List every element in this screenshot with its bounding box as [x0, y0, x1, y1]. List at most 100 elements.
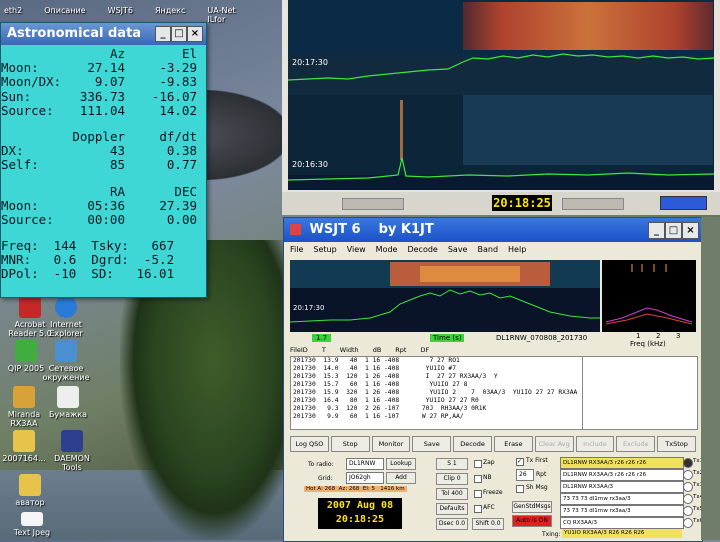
- clear-avg-button[interactable]: Clear Avg: [534, 436, 574, 452]
- erase-button[interactable]: Erase: [493, 436, 533, 452]
- tx5-radio[interactable]: [683, 506, 693, 516]
- average-spectrum-graphic: [605, 264, 693, 325]
- waterfall-slider-left[interactable]: [342, 198, 404, 210]
- rpt-field[interactable]: 26: [516, 469, 534, 481]
- stop-button[interactable]: Stop: [330, 436, 370, 452]
- defaults-button[interactable]: Defaults: [436, 503, 468, 515]
- desktop-icon-network[interactable]: Сетевое окружение: [36, 340, 96, 382]
- grid-label: Grid:: [318, 475, 333, 482]
- decoded-text-area[interactable]: 201730 13.9 40 1 16 -408 7 27 RO1 201730…: [290, 356, 584, 430]
- minimize-button[interactable]: _: [155, 26, 171, 42]
- nb-checkbox[interactable]: [474, 475, 482, 483]
- tx2-radio[interactable]: [683, 470, 693, 480]
- gen-std-msgs-button[interactable]: GenStdMsgs: [512, 501, 552, 513]
- minimize-button[interactable]: _: [648, 222, 665, 239]
- waterfall-window[interactable]: 20:17:30 20:16:30 20:18:25: [282, 0, 720, 215]
- tx6-message[interactable]: CQ RX3AA/3: [560, 517, 684, 529]
- close-button[interactable]: ×: [187, 26, 203, 42]
- mnr-row: MNR: 0.6 Dgrd: -5.2: [1, 252, 175, 268]
- tx4-message[interactable]: 73 73 73 dl1rnw rx3aa/3: [560, 493, 684, 505]
- average-text-area[interactable]: [582, 356, 698, 430]
- desktop-icon-avatar-folder[interactable]: аватор: [0, 474, 60, 507]
- desktop-icon-notepad[interactable]: Бумажка: [38, 386, 98, 419]
- dsec-control[interactable]: Dsec 0.0: [436, 518, 468, 530]
- spectrum-display[interactable]: 20:17:30: [290, 260, 600, 332]
- menu-band[interactable]: Band: [477, 242, 498, 258]
- include-button[interactable]: Include: [575, 436, 615, 452]
- freeze-checkbox[interactable]: [474, 490, 482, 498]
- rpt-label: Rpt: [536, 471, 547, 478]
- maximize-button[interactable]: □: [171, 26, 187, 42]
- tx5-message[interactable]: 73 73 73 dl1rnw rx3aa/3: [560, 505, 684, 517]
- ie-icon: [55, 296, 77, 318]
- freq-tick-2: 2: [656, 332, 661, 340]
- waterfall-slider-right[interactable]: [562, 198, 624, 210]
- s-control[interactable]: S 1: [436, 458, 468, 470]
- desktop-right-edge: [701, 217, 720, 540]
- astronomical-data-window[interactable]: Astronomical data _ □ × Az El Moon: 27.14-…: [0, 22, 207, 298]
- tx1-radio[interactable]: [683, 458, 693, 468]
- desktop-icon-label: Сетевое окружение: [42, 364, 90, 382]
- close-button[interactable]: ×: [682, 222, 699, 239]
- astro-row: Moon: 27.14 -3.29: [1, 60, 197, 76]
- dec-header: DEC: [174, 183, 197, 199]
- average-spectrum-display[interactable]: [602, 260, 696, 332]
- save-button[interactable]: Save: [412, 436, 452, 452]
- grid-field[interactable]: JO62gh: [346, 472, 384, 484]
- spectrum-time: 20:17:30: [293, 304, 325, 312]
- tx2-message[interactable]: DL1RNW RX3AA/3 r26 r26 r26: [560, 469, 684, 481]
- desktop-icon-textjpeg[interactable]: Text Jpeg: [2, 512, 62, 537]
- wsjt-main-window[interactable]: WSJT 6 by K1JT _ □ × File Setup View Mod…: [283, 217, 703, 542]
- tx6-radio[interactable]: [683, 518, 693, 528]
- desktop-icon-label[interactable]: Описание: [44, 6, 85, 22]
- nb-label: NB: [483, 474, 492, 481]
- clip-control[interactable]: Clip 0: [436, 473, 468, 485]
- txstop-button[interactable]: TxStop: [657, 436, 696, 452]
- auto-button[interactable]: Auto is ON: [512, 515, 552, 527]
- tx3-message[interactable]: DL1RNW RX3AA/3: [560, 481, 684, 493]
- astro-title-bar[interactable]: Astronomical data _ □ ×: [1, 23, 206, 45]
- add-button[interactable]: Add: [386, 472, 416, 484]
- desktop-icon-label[interactable]: Яндекс: [155, 6, 185, 22]
- desktop-icon-label[interactable]: eth2: [4, 6, 22, 22]
- tx3-radio[interactable]: [683, 482, 693, 492]
- miranda-icon: [13, 386, 35, 408]
- menu-view[interactable]: View: [347, 242, 366, 258]
- wsjt-title-bar[interactable]: WSJT 6 by K1JT _ □ ×: [284, 218, 702, 242]
- menu-save[interactable]: Save: [448, 242, 468, 258]
- desktop-icon-ie[interactable]: Internet Explorer: [36, 296, 96, 338]
- zap-checkbox[interactable]: [474, 460, 482, 468]
- menu-setup[interactable]: Setup: [313, 242, 336, 258]
- ra-header: RA: [109, 183, 125, 199]
- astro-header-row: Az El: [1, 46, 202, 61]
- afc-label: AFC: [483, 504, 495, 511]
- tx1-message[interactable]: DL1RNW RX3AA/3 r26 r26 r26: [560, 457, 684, 469]
- desktop-icon-label[interactable]: UA-Net ILfor: [207, 6, 244, 24]
- decode-button[interactable]: Decode: [453, 436, 492, 452]
- dfdt-header: df/dt: [159, 128, 197, 144]
- tx4-radio[interactable]: [683, 494, 693, 504]
- desktop-icon-daemon[interactable]: DAEMON Tools: [42, 430, 102, 472]
- menu-help[interactable]: Help: [508, 242, 526, 258]
- exclude-button[interactable]: Exclude: [616, 436, 656, 452]
- waterfall-display[interactable]: 20:17:30 20:16:30: [288, 0, 714, 190]
- tx-first-checkbox[interactable]: ✓: [516, 458, 524, 466]
- menu-file[interactable]: File: [290, 242, 303, 258]
- tol-control[interactable]: Tol 400: [436, 488, 468, 500]
- monitor-button[interactable]: Monitor: [371, 436, 411, 452]
- shift-control[interactable]: Shift 0.0: [472, 518, 504, 530]
- waterfall-color-bar[interactable]: [660, 196, 707, 210]
- afc-checkbox[interactable]: [474, 505, 482, 513]
- freq-tick-1: 1: [636, 332, 641, 340]
- decode-line: 201730 14.0 40 1 16 -408 YU1IO #7: [293, 365, 457, 372]
- to-radio-field[interactable]: DL1RNW: [346, 458, 384, 470]
- astro-row: Sun: 336.73 -16.07: [1, 88, 197, 104]
- sh-msg-checkbox[interactable]: [516, 485, 524, 493]
- log-qso-button[interactable]: Log QSO: [290, 436, 329, 452]
- lookup-button[interactable]: Lookup: [386, 458, 416, 470]
- menu-mode[interactable]: Mode: [376, 242, 398, 258]
- maximize-button[interactable]: □: [665, 222, 682, 239]
- desktop-icon-label[interactable]: WSJT6: [108, 6, 133, 22]
- astro-row: Moon: 05:36 27.39: [1, 197, 197, 213]
- menu-decode[interactable]: Decode: [407, 242, 437, 258]
